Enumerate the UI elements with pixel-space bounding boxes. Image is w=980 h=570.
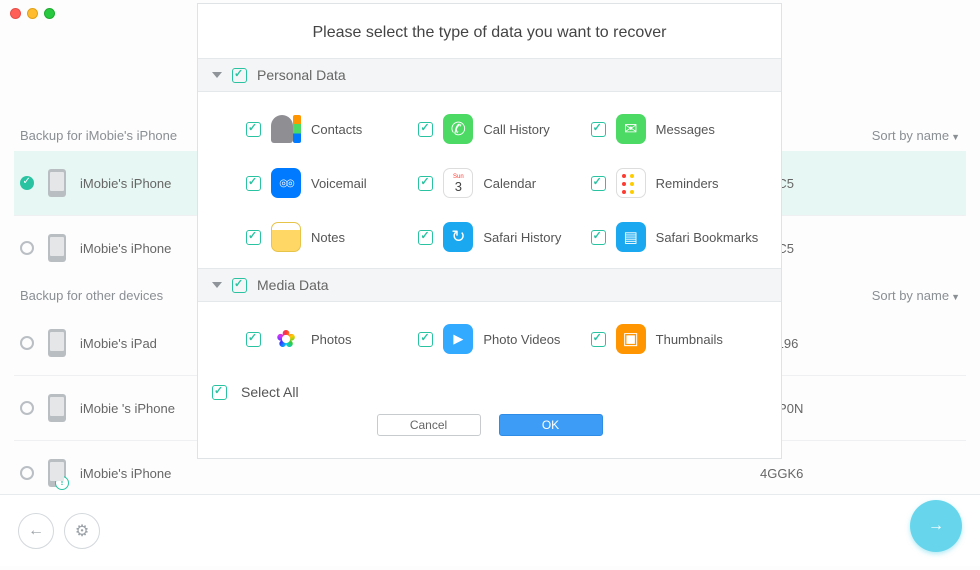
data-type-calendar[interactable]: Sun3Calendar [418, 156, 590, 210]
data-type-photos[interactable]: Photos [246, 312, 418, 366]
safari-history-icon [443, 222, 473, 252]
data-type-call-history[interactable]: Call History [418, 102, 590, 156]
item-checkbox[interactable] [591, 176, 606, 191]
device-icon [48, 169, 66, 197]
chevron-down-icon [212, 282, 222, 288]
row-radio[interactable] [20, 176, 34, 190]
data-type-safari-bookmarks[interactable]: Safari Bookmarks [591, 210, 763, 264]
item-checkbox[interactable] [246, 176, 261, 191]
minimize-window-button[interactable] [27, 8, 38, 19]
device-icon-warning [48, 459, 66, 487]
settings-button[interactable]: ⚙ [64, 513, 100, 549]
maximize-window-button[interactable] [44, 8, 55, 19]
data-type-notes[interactable]: Notes [246, 210, 418, 264]
notes-icon [271, 222, 301, 252]
voicemail-icon [271, 168, 301, 198]
row-radio[interactable] [20, 241, 34, 255]
row-radio[interactable] [20, 401, 34, 415]
sort-button[interactable]: Sort by name▼ [872, 128, 960, 143]
back-button[interactable]: ← [18, 513, 54, 549]
messages-icon [616, 114, 646, 144]
data-type-contacts[interactable]: Contacts [246, 102, 418, 156]
category-personal-data[interactable]: Personal Data [198, 58, 781, 92]
item-checkbox[interactable] [591, 122, 606, 137]
modal-title: Please select the type of data you want … [198, 4, 781, 58]
serial: FRC5 [760, 176, 910, 191]
item-checkbox[interactable] [246, 230, 261, 245]
sort-button[interactable]: Sort by name▼ [872, 288, 960, 303]
chevron-down-icon [212, 72, 222, 78]
traffic-lights [10, 8, 55, 19]
data-type-safari-history[interactable]: Safari History [418, 210, 590, 264]
data-type-photo-videos[interactable]: Photo Videos [418, 312, 590, 366]
select-all-row[interactable]: Select All [198, 370, 781, 404]
select-all-checkbox[interactable] [212, 385, 227, 400]
modal-buttons: Cancel OK [198, 404, 781, 458]
item-checkbox[interactable] [246, 332, 261, 347]
data-type-voicemail[interactable]: Voicemail [246, 156, 418, 210]
calendar-icon: Sun3 [443, 168, 473, 198]
photo-videos-icon [443, 324, 473, 354]
reminders-icon [616, 168, 646, 198]
section-title: Backup for iMobie's iPhone [20, 128, 177, 143]
contacts-icon [271, 114, 301, 144]
call-history-icon [443, 114, 473, 144]
device-icon [48, 394, 66, 422]
data-type-messages[interactable]: Messages [591, 102, 763, 156]
category-checkbox[interactable] [232, 278, 247, 293]
item-checkbox[interactable] [418, 230, 433, 245]
device-icon [48, 329, 66, 357]
close-window-button[interactable] [10, 8, 21, 19]
next-button[interactable]: → [910, 500, 962, 552]
category-media-data[interactable]: Media Data [198, 268, 781, 302]
data-type-thumbnails[interactable]: Thumbnails [591, 312, 763, 366]
safari-bookmarks-icon [616, 222, 646, 252]
item-checkbox[interactable] [418, 176, 433, 191]
item-checkbox[interactable] [418, 122, 433, 137]
photos-icon [271, 324, 301, 354]
device-icon [48, 234, 66, 262]
row-radio[interactable] [20, 336, 34, 350]
row-radio[interactable] [20, 466, 34, 480]
ok-button[interactable]: OK [499, 414, 603, 436]
footer: ← ⚙ [0, 494, 980, 566]
item-checkbox[interactable] [246, 122, 261, 137]
data-type-modal: Please select the type of data you want … [197, 3, 782, 459]
item-checkbox[interactable] [591, 230, 606, 245]
data-type-reminders[interactable]: Reminders [591, 156, 763, 210]
thumbnails-icon [616, 324, 646, 354]
cancel-button[interactable]: Cancel [377, 414, 481, 436]
item-checkbox[interactable] [591, 332, 606, 347]
item-checkbox[interactable] [418, 332, 433, 347]
category-checkbox[interactable] [232, 68, 247, 83]
